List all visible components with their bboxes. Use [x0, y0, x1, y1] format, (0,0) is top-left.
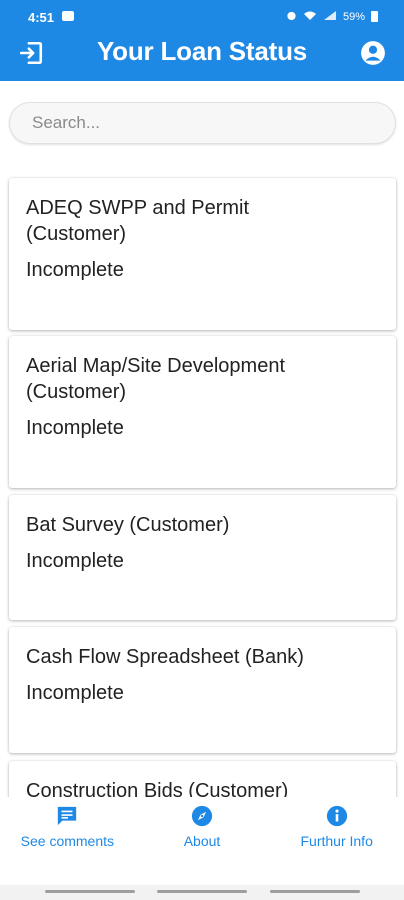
list-item[interactable]: Cash Flow Spreadsheet (Bank) Incomplete: [9, 627, 396, 753]
item-title-line2: (Customer): [26, 381, 127, 403]
nav-label: See comments: [20, 833, 115, 849]
item-status: Incomplete: [26, 682, 124, 704]
item-status: Incomplete: [26, 417, 124, 439]
comment-icon: [58, 806, 77, 826]
nav-about[interactable]: About: [135, 797, 270, 885]
info-icon: [326, 805, 347, 827]
item-title-line2: (Customer): [26, 223, 127, 245]
search-box: [9, 102, 396, 144]
nav-label: Furthur Info: [300, 833, 373, 849]
battery-icon: [371, 11, 378, 22]
nav-see-comments[interactable]: See comments: [0, 797, 135, 885]
list-item[interactable]: Construction Bids (Customer): [9, 761, 396, 797]
nav-label: About: [183, 833, 221, 849]
item-status: Incomplete: [26, 550, 124, 572]
message-notification-icon: [62, 11, 74, 21]
bottom-navigation: See comments About Furthur Info: [0, 797, 404, 885]
item-title-line1: Cash Flow Spreadsheet (Bank): [26, 646, 304, 668]
signal-icon: [323, 9, 337, 24]
status-bar: 4:51 59%: [0, 0, 404, 34]
alarm-icon: [286, 9, 297, 24]
nav-further-info[interactable]: Furthur Info: [269, 797, 404, 885]
loan-item-list[interactable]: ADEQ SWPP and Permit (Customer) Incomple…: [0, 165, 404, 797]
item-title-line1: Construction Bids (Customer): [26, 780, 289, 797]
gesture-line-right: [270, 890, 360, 893]
system-gesture-bar: [0, 885, 404, 900]
compass-icon: [191, 805, 213, 827]
list-item[interactable]: Aerial Map/Site Development (Customer) I…: [9, 336, 396, 488]
battery-percent: 59%: [342, 10, 365, 23]
item-title-line1: Aerial Map/Site Development: [26, 355, 286, 377]
list-item[interactable]: ADEQ SWPP and Permit (Customer) Incomple…: [9, 178, 396, 330]
status-icons: 59%: [286, 9, 378, 24]
status-time: 4:51: [28, 10, 55, 25]
gesture-line-center: [157, 890, 247, 893]
item-title-line1: Bat Survey (Customer): [26, 514, 230, 536]
list-item[interactable]: Bat Survey (Customer) Incomplete: [9, 495, 396, 620]
search-input[interactable]: [10, 103, 395, 143]
item-title-line1: ADEQ SWPP and Permit: [26, 197, 250, 219]
account-circle-icon[interactable]: [360, 40, 388, 68]
page-title: Your Loan Status: [96, 36, 308, 66]
gesture-line-left: [45, 890, 135, 893]
item-status: Incomplete: [26, 259, 124, 281]
wifi-icon: [303, 9, 317, 24]
app-header: 4:51 59% Your Loan Status: [0, 0, 404, 81]
